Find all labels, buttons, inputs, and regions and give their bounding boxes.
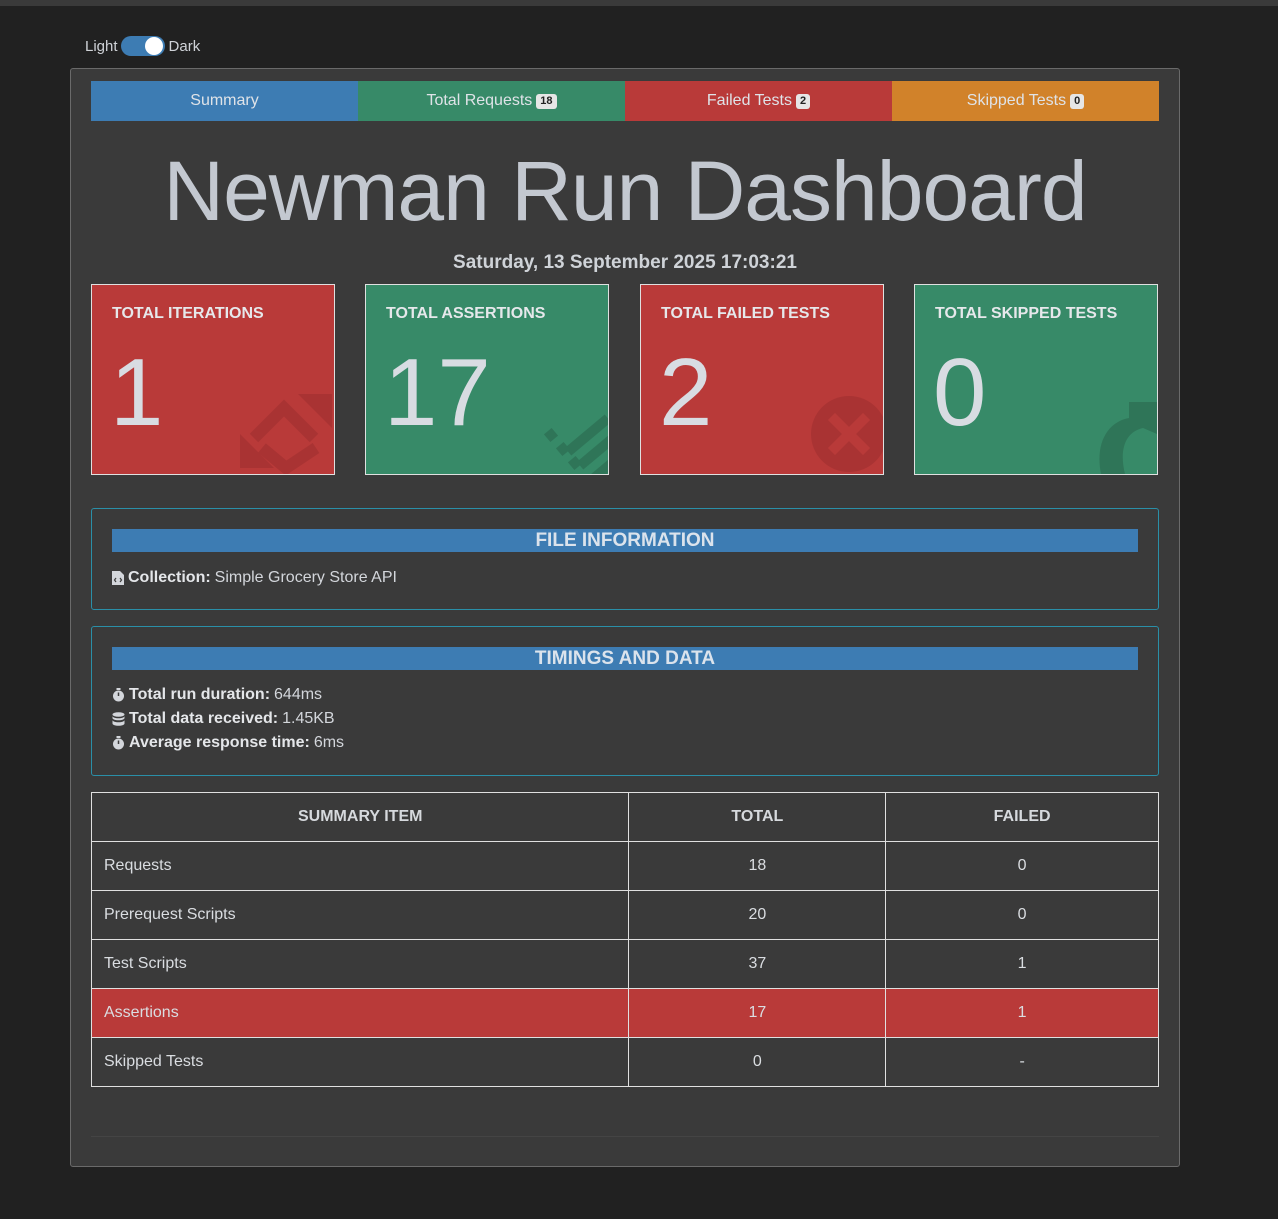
table-row: Test Scripts 37 1 [90,939,1159,989]
nav-tabs: Summary Total Requests 18 Failed Tests 2… [91,81,1159,121]
database-icon [112,712,125,726]
retweet-icon [240,394,332,474]
theme-dark-label: Dark [168,37,201,55]
run-duration-value: 644ms [274,686,323,703]
list-icon [543,414,608,474]
share-arrow-icon [1099,402,1157,474]
times-circle-icon [811,396,883,472]
card-total-failed-tests: TOTAL FAILED TESTS 2 [640,284,884,475]
total-cell: 20 [628,890,887,940]
tab-total-requests[interactable]: Total Requests 18 [358,81,625,121]
summary-item-cell: Skipped Tests [90,1037,630,1087]
summary-table: SUMMARY ITEM TOTAL FAILED Requests 18 0 … [90,792,1159,1087]
theme-switch-knob[interactable] [144,37,163,55]
summary-item-cell: Prerequest Scripts [90,890,630,940]
card-total-skipped-tests: TOTAL SKIPPED TESTS 0 [914,284,1158,475]
timings-panel: TIMINGS AND DATA Total run duration: 644… [91,626,1159,776]
collection-label: Collection: [128,569,211,586]
card-value: 2 [659,339,713,446]
avg-response-value: 6ms [313,734,345,751]
table-row: Requests 18 0 [90,841,1159,891]
table-row: Prerequest Scripts 20 0 [90,890,1159,940]
card-label: TOTAL ITERATIONS [112,305,264,322]
window-top-bar [0,0,1278,6]
file-information-panel: FILE INFORMATION Collection: Simple Groc… [91,508,1159,610]
card-value: 0 [933,339,987,446]
tab-failed-tests-badge: 2 [795,93,811,109]
run-duration-label: Total run duration: [129,686,271,703]
card-label: TOTAL FAILED TESTS [661,305,830,322]
tab-failed-tests[interactable]: Failed Tests 2 [625,81,892,121]
table-header-row: SUMMARY ITEM TOTAL FAILED [90,792,1159,842]
card-value: 17 [384,339,491,446]
stopwatch-icon [113,688,124,702]
total-cell: 0 [628,1037,887,1087]
footer-divider [91,1136,1159,1137]
tab-total-requests-label: Total Requests [426,92,533,109]
column-header: SUMMARY ITEM [90,792,630,842]
avg-response-label: Average response time: [129,734,310,751]
column-header: FAILED [885,792,1159,842]
dashboard-container: Summary Total Requests 18 Failed Tests 2… [70,68,1180,1167]
timings-heading: TIMINGS AND DATA [112,647,1138,670]
failed-cell: 1 [885,939,1159,989]
collection-value: Simple Grocery Store API [214,569,397,586]
tab-skipped-tests-badge: 0 [1070,93,1085,109]
tab-summary[interactable]: Summary [91,81,358,121]
failed-cell: 0 [885,841,1159,891]
data-received-info: Total data received: 1.45KB [112,710,335,728]
card-value: 1 [110,339,164,446]
card-total-iterations: TOTAL ITERATIONS 1 [91,284,335,475]
tab-failed-tests-label: Failed Tests [706,92,792,109]
table-row-danger: Assertions 17 1 [90,988,1159,1038]
total-cell: 37 [628,939,887,989]
summary-item-cell: Assertions [90,988,630,1038]
collection-info: Collection: Simple Grocery Store API [112,569,397,587]
theme-toggle[interactable]: Light Dark [85,36,200,56]
tab-summary-label: Summary [190,92,259,109]
column-header: TOTAL [628,792,887,842]
total-cell: 18 [628,841,887,891]
data-received-value: 1.45KB [282,710,335,727]
failed-cell: 0 [885,890,1159,940]
avg-response-info: Average response time: 6ms [112,734,344,752]
tab-skipped-tests-label: Skipped Tests [966,92,1067,109]
total-cell: 17 [628,988,887,1038]
file-information-heading: FILE INFORMATION [112,529,1138,552]
card-label: TOTAL SKIPPED TESTS [935,305,1118,322]
run-duration-info: Total run duration: 644ms [112,686,322,704]
summary-item-cell: Requests [90,841,630,891]
theme-light-label: Light [85,37,118,55]
failed-cell: - [885,1037,1159,1087]
card-total-assertions: TOTAL ASSERTIONS 17 [365,284,609,475]
page-title: Newman Run Dashboard [163,144,1087,238]
stopwatch-icon [113,736,124,750]
theme-switch[interactable] [120,36,165,56]
run-date: Saturday, 13 September 2025 17:03:21 [453,252,797,273]
summary-item-cell: Test Scripts [90,939,630,989]
card-label: TOTAL ASSERTIONS [386,305,546,322]
data-received-label: Total data received: [129,710,279,727]
tab-skipped-tests[interactable]: Skipped Tests 0 [892,81,1159,121]
failed-cell: 1 [885,988,1159,1038]
table-row: Skipped Tests 0 - [90,1037,1159,1087]
tab-total-requests-badge: 18 [536,93,557,109]
file-code-icon [112,571,124,585]
